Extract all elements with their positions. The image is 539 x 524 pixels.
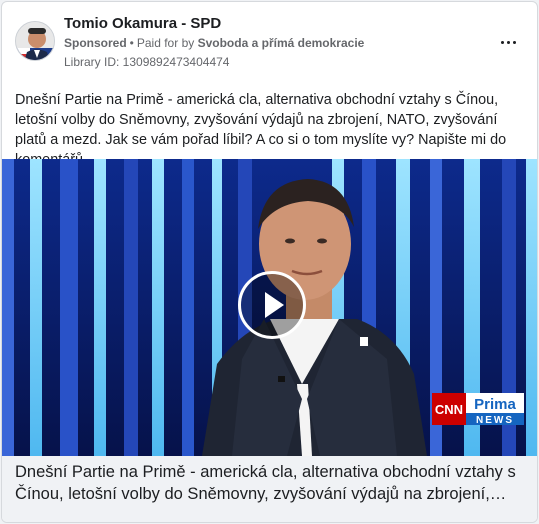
payer-link[interactable]: Svoboda a přímá demokracie xyxy=(198,36,365,50)
sponsored-label: Sponsored xyxy=(64,36,127,50)
more-options-button[interactable] xyxy=(492,30,524,54)
logo-cnn-text: CNN xyxy=(435,402,463,417)
logo-news-text: NEWS xyxy=(476,415,514,425)
more-options-icon-dot xyxy=(506,40,510,44)
page-name-link[interactable]: Tomio Okamura - SPD xyxy=(64,15,221,32)
ad-header: Tomio Okamura - SPD Sponsored • Paid for b… xyxy=(2,2,537,82)
ad-body-text: Dnešní Partie na Primě - americká cla, a… xyxy=(15,92,507,168)
play-icon xyxy=(265,292,284,318)
play-button[interactable] xyxy=(238,271,306,339)
separator-dot: • xyxy=(129,36,134,50)
paid-for-prefix: Paid for by xyxy=(136,36,195,50)
page-avatar[interactable] xyxy=(15,21,55,61)
link-caption[interactable]: Dnešní Partie na Primě - americká cla, a… xyxy=(2,456,537,522)
sponsored-line: Sponsored • Paid for by Svoboda a přímá de… xyxy=(64,36,364,50)
avatar-image xyxy=(16,22,54,60)
cnn-prima-news-logo: CNN Prima NEWS xyxy=(432,393,524,425)
library-id: Library ID: 1309892473404474 xyxy=(64,55,230,69)
caption-text: Dnešní Partie na Primě - americká cla, a… xyxy=(15,463,516,503)
more-options-icon-dot xyxy=(512,40,516,44)
more-options-icon xyxy=(500,40,504,44)
ad-card: Tomio Okamura - SPD Sponsored • Paid for b… xyxy=(1,1,538,523)
logo-prima-text: Prima xyxy=(474,396,516,413)
